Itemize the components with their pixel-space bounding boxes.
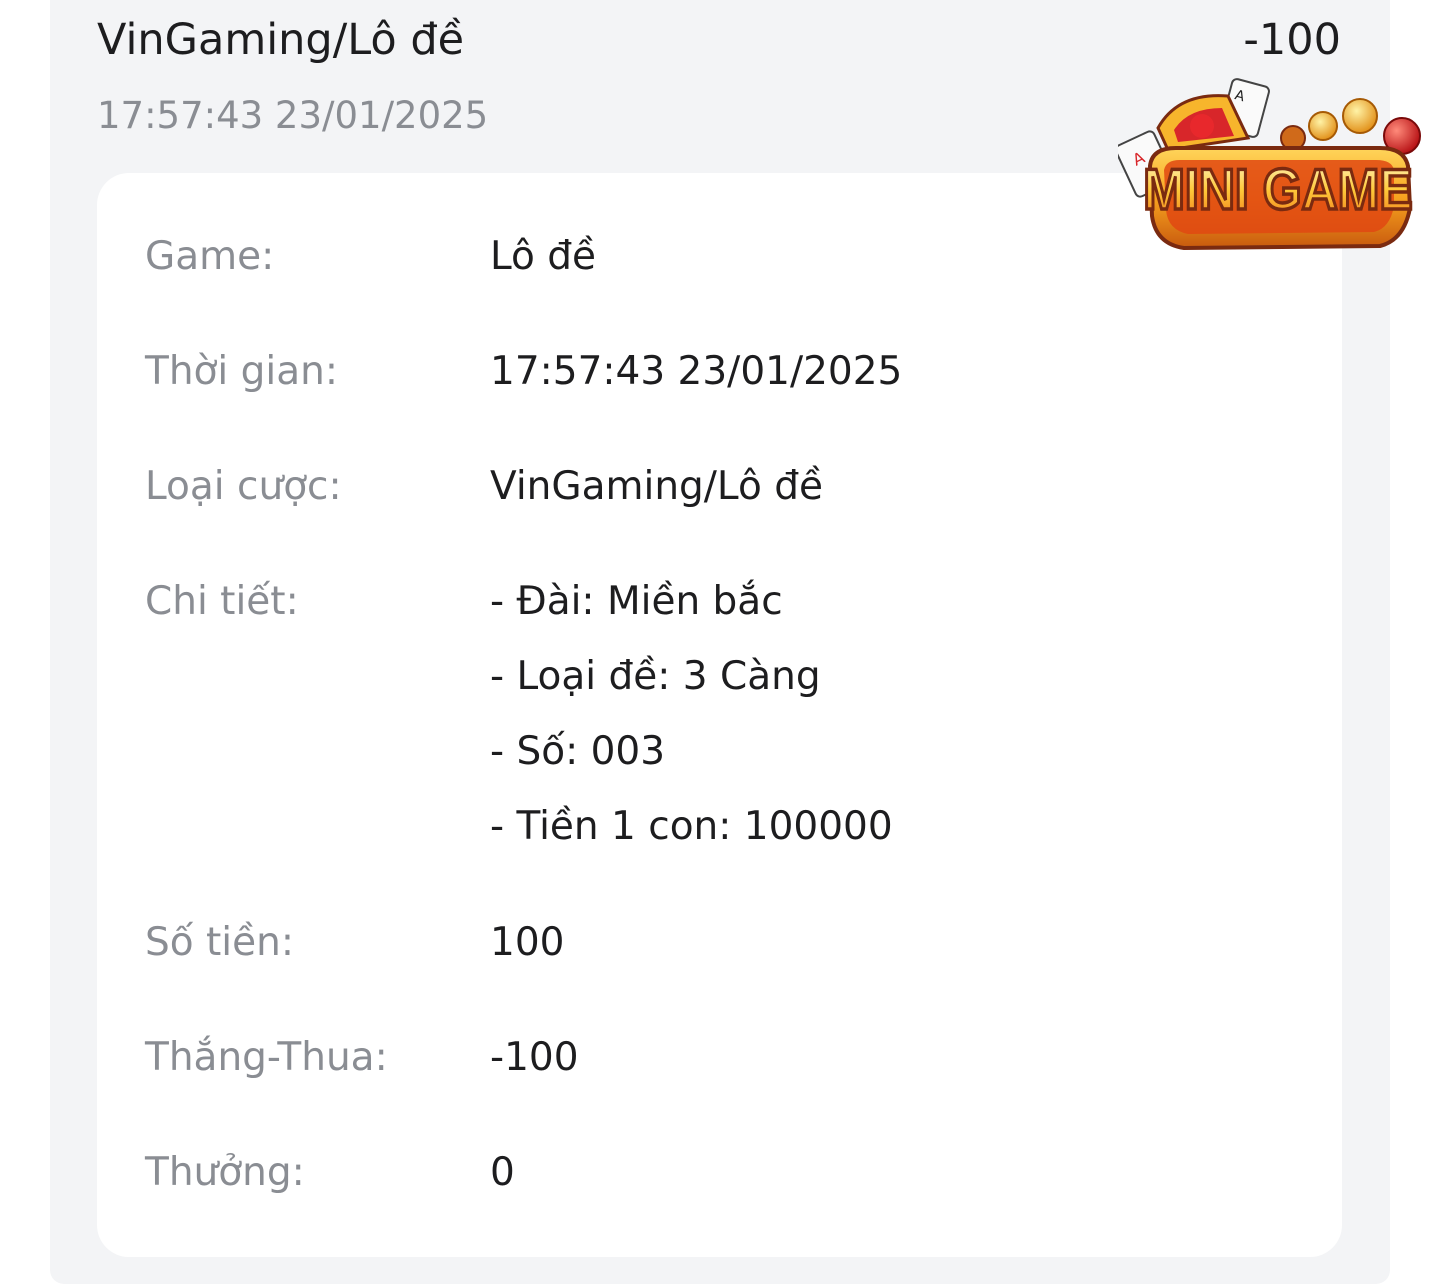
amount-label: Số tiền: <box>145 920 294 965</box>
time-value: 17:57:43 23/01/2025 <box>490 349 903 394</box>
detail-card <box>97 173 1342 1257</box>
transaction-title: VinGaming/Lô đề <box>97 15 465 65</box>
game-label: Game: <box>145 234 275 279</box>
bonus-label: Thưởng: <box>145 1150 305 1195</box>
game-value: Lô đề <box>490 234 597 279</box>
bonus-value: 0 <box>490 1150 515 1195</box>
bet-type-value: VinGaming/Lô đề <box>490 464 823 509</box>
detail-line: - Tiền 1 con: 100000 <box>490 804 893 849</box>
detail-label: Chi tiết: <box>145 579 299 624</box>
logo-text: MINI GAME <box>1143 158 1412 222</box>
detail-line: - Đài: Miền bắc <box>490 579 783 624</box>
mini-game-logo-icon: A A MINI GAME <box>1118 78 1421 251</box>
winloss-value: -100 <box>490 1035 579 1080</box>
detail-line: - Loại đề: 3 Càng <box>490 654 821 699</box>
transaction-time: 17:57:43 23/01/2025 <box>97 94 489 137</box>
amount-value: 100 <box>490 920 565 965</box>
transaction-amount: -100 <box>1243 15 1341 65</box>
winloss-label: Thắng-Thua: <box>145 1035 388 1080</box>
bet-type-label: Loại cược: <box>145 464 342 509</box>
time-label: Thời gian: <box>145 349 338 394</box>
detail-line: - Số: 003 <box>490 729 666 774</box>
